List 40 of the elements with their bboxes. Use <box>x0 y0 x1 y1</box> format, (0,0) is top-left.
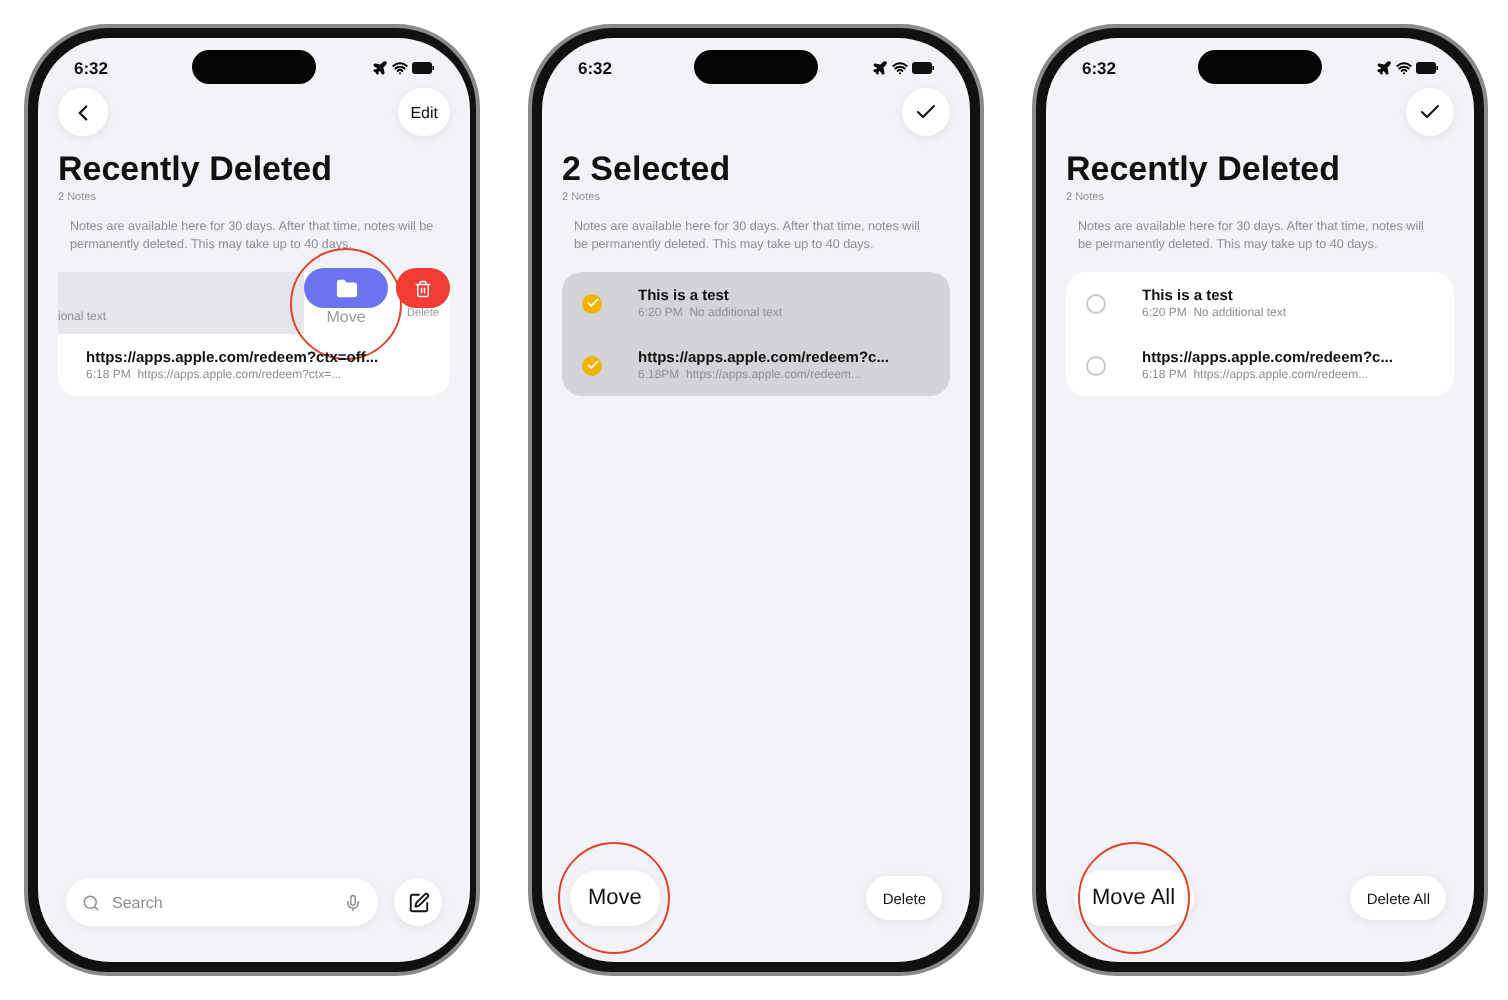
airplane-icon <box>372 60 388 76</box>
wifi-icon <box>392 60 408 76</box>
page-title: Recently Deleted <box>58 150 334 190</box>
selection-circle[interactable] <box>1086 293 1106 313</box>
checkmark-icon <box>914 100 938 124</box>
move-button[interactable]: Move All <box>1074 870 1194 926</box>
dynamic-island <box>192 50 316 84</box>
battery-icon <box>412 62 434 74</box>
compose-button[interactable] <box>394 878 442 926</box>
dynamic-island <box>694 50 818 84</box>
airplane-icon <box>872 60 888 76</box>
check-icon <box>585 296 599 310</box>
airplane-icon <box>1376 60 1392 76</box>
back-button[interactable] <box>58 88 108 136</box>
trash-icon <box>414 279 432 297</box>
search-input[interactable]: Search <box>108 891 336 913</box>
done-button[interactable] <box>902 88 950 136</box>
selection-circle[interactable] <box>582 355 602 375</box>
page-title: 2 Selected <box>562 150 733 190</box>
battery-icon <box>912 62 934 74</box>
check-icon <box>585 358 599 372</box>
checkmark-icon <box>1418 100 1442 124</box>
wifi-icon <box>892 60 908 76</box>
folder-icon <box>335 277 357 299</box>
selection-circle[interactable] <box>582 293 602 313</box>
page-title: Recently Deleted <box>1066 150 1342 190</box>
selection-circle[interactable] <box>1086 355 1106 375</box>
status-time: 6:32 <box>578 58 613 78</box>
status-time: 6:32 <box>1082 58 1117 78</box>
move-button[interactable]: Move <box>570 870 660 926</box>
search-icon <box>82 893 100 911</box>
status-time: 6:32 <box>74 58 109 78</box>
edit-button[interactable]: Edit <box>398 88 450 136</box>
wifi-icon <box>1396 60 1412 76</box>
done-button[interactable] <box>1406 88 1454 136</box>
dynamic-island <box>1198 50 1322 84</box>
compose-icon <box>407 891 429 913</box>
search-bar[interactable]: Search <box>66 878 378 926</box>
microphone-icon[interactable] <box>344 893 362 911</box>
battery-icon <box>1416 62 1438 74</box>
